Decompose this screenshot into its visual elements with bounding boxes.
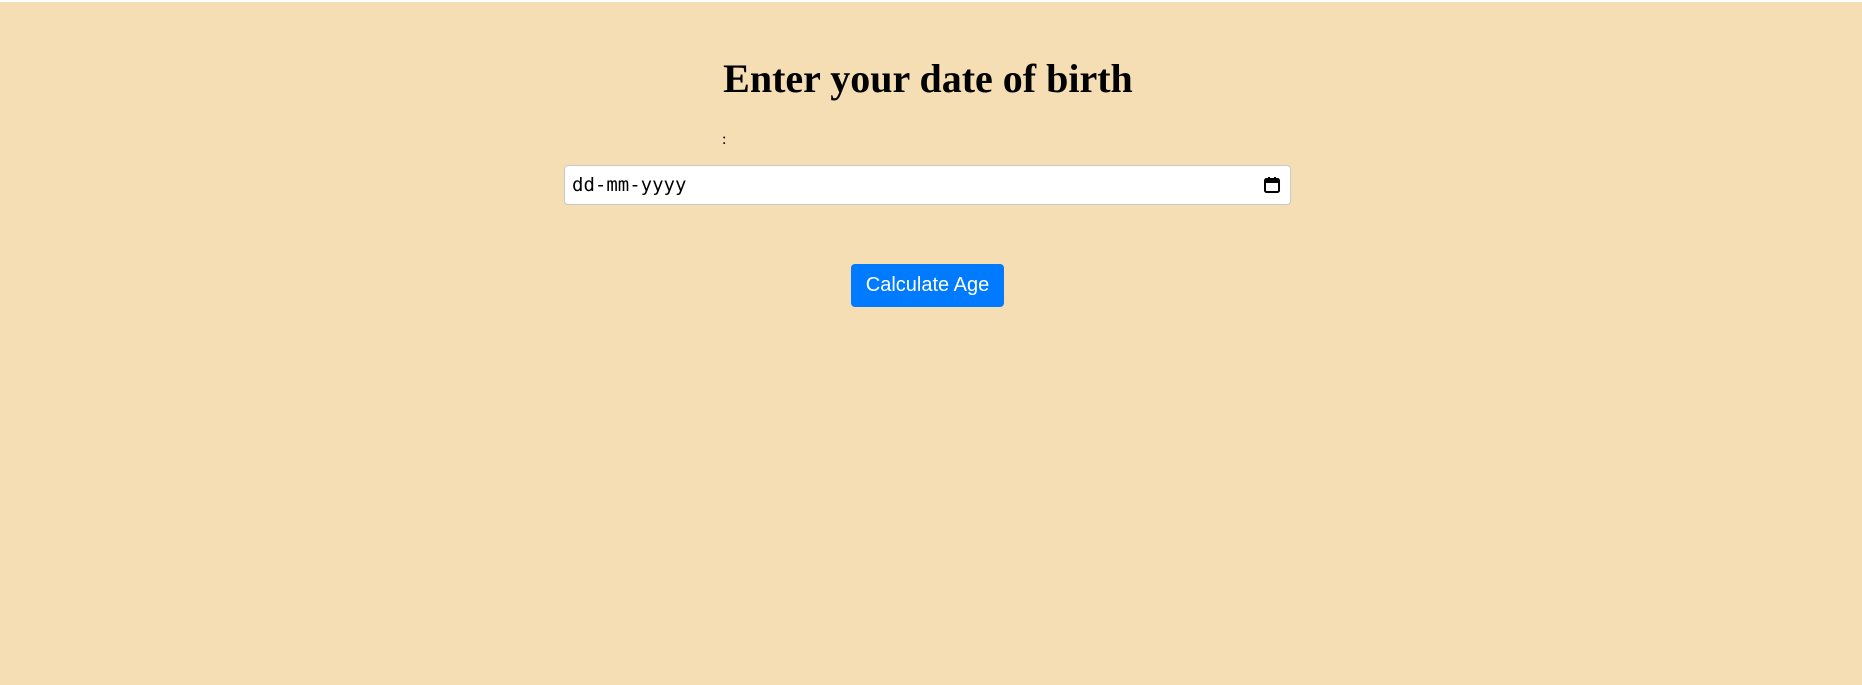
calendar-icon[interactable] xyxy=(1262,175,1282,195)
date-placeholder: dd-mm-yyyy xyxy=(572,174,687,196)
dob-date-input[interactable]: dd-mm-yyyy xyxy=(564,165,1291,205)
dob-label: : xyxy=(722,131,727,148)
page-title: Enter your date of birth xyxy=(723,56,1133,101)
calculate-age-button[interactable]: Calculate Age xyxy=(851,264,1004,307)
